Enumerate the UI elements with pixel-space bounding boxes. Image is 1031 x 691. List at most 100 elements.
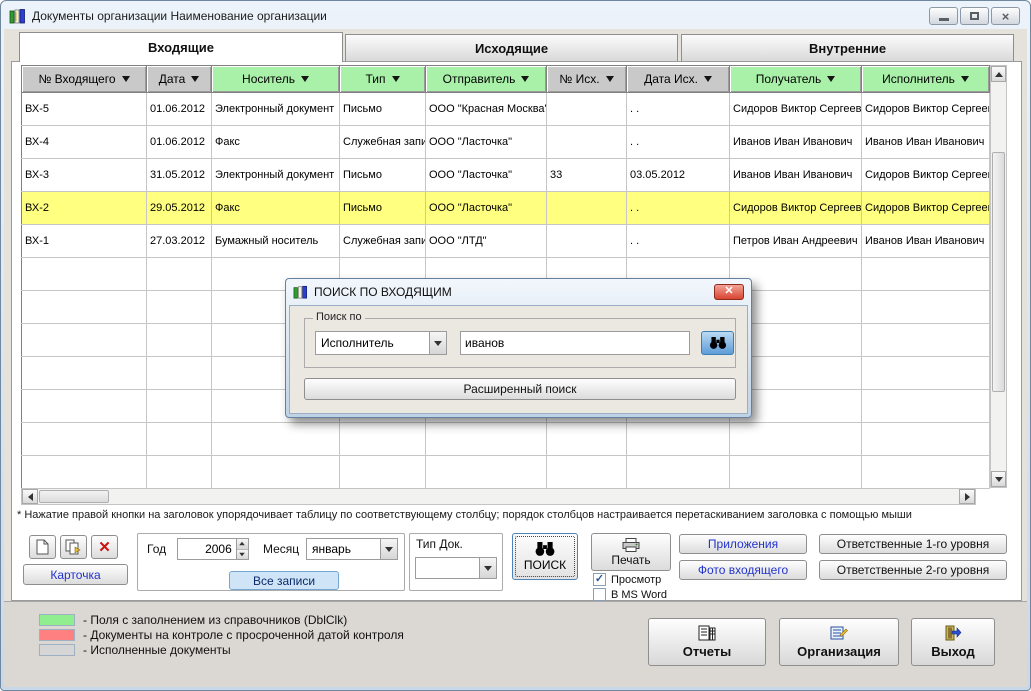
table-cell[interactable]: ВХ-3 [22,159,147,192]
delete-document-button[interactable]: ✕ [91,535,118,559]
table-cell[interactable]: . . [627,126,730,159]
month-dropdown[interactable]: январь [306,538,398,560]
all-records-button[interactable]: Все записи [229,571,339,590]
table-cell[interactable]: 27.03.2012 [147,225,212,258]
column-header-type[interactable]: Тип [340,66,426,93]
table-cell[interactable]: ООО "Ласточка" [426,159,547,192]
doc-type-dropdown[interactable] [415,557,497,579]
attachments-button[interactable]: Приложения [679,534,807,554]
table-cell[interactable]: Сидоров Виктор Сергеевич [730,93,862,126]
table-cell[interactable]: Иванов Иван Иванович [730,126,862,159]
table-cell[interactable]: 29.05.2012 [147,192,212,225]
table-cell[interactable]: Сидоров Виктор Сергеевич [862,159,990,192]
minimize-button[interactable] [929,7,958,25]
new-document-button[interactable] [29,535,56,559]
maximize-button[interactable] [960,7,989,25]
column-header-date[interactable]: Дата [147,66,212,93]
table-row[interactable]: ВХ-501.06.2012Электронный документПисьмо… [22,93,990,126]
advanced-search-button[interactable]: Расширенный поиск [304,378,736,400]
scroll-down-button[interactable] [991,471,1006,487]
tab-internal[interactable]: Внутренние [681,34,1014,62]
table-cell[interactable] [547,93,627,126]
close-button[interactable]: × [991,7,1020,25]
table-cell[interactable] [547,126,627,159]
table-cell[interactable]: 01.06.2012 [147,126,212,159]
organization-button[interactable]: Организация [779,618,899,666]
checkbox-unchecked-icon[interactable] [593,588,606,601]
incoming-photo-button[interactable]: Фото входящего [679,560,807,580]
responsible-level2-button[interactable]: Ответственные 2-го уровня [819,560,1007,580]
preview-checkbox[interactable]: ✓ Просмотр [593,573,661,586]
table-cell[interactable]: Электронный документ [212,159,340,192]
search-query-input[interactable] [461,336,689,350]
tab-incoming[interactable]: Входящие [19,32,343,62]
table-cell[interactable]: Сидоров Виктор Сергеевич [730,192,862,225]
spin-up-button[interactable] [237,539,248,550]
table-cell[interactable]: ВХ-5 [22,93,147,126]
checkbox-checked-icon[interactable]: ✓ [593,573,606,586]
dropdown-arrow-button[interactable] [479,558,496,578]
column-header-executor[interactable]: Исполнитель [862,66,990,93]
table-cell[interactable]: Сидоров Виктор Сергеевич [862,192,990,225]
scroll-right-button[interactable] [959,489,975,504]
table-row-selected[interactable]: ВХ-229.05.2012ФаксПисьмоООО "Ласточка" .… [22,192,990,225]
table-cell[interactable]: Письмо [340,93,426,126]
search-field-dropdown[interactable]: Исполнитель [315,331,447,355]
copy-document-button[interactable] [60,535,87,559]
column-header-recipient[interactable]: Получатель [730,66,862,93]
table-cell[interactable]: Факс [212,126,340,159]
search-button[interactable]: ПОИСК [512,533,578,580]
year-input[interactable] [178,542,236,556]
table-cell[interactable]: Письмо [340,192,426,225]
vertical-scrollbar[interactable] [990,65,1007,488]
year-spinner[interactable] [177,538,249,560]
tab-outgoing[interactable]: Исходящие [345,34,678,62]
table-cell[interactable] [547,192,627,225]
table-cell[interactable]: 33 [547,159,627,192]
table-cell[interactable]: 01.06.2012 [147,93,212,126]
column-header-incoming-number[interactable]: № Входящего [22,66,147,93]
spin-down-button[interactable] [237,550,248,560]
table-cell[interactable]: Служебная записка [340,126,426,159]
table-cell[interactable]: Служебная записка [340,225,426,258]
table-cell[interactable]: Иванов Иван Иванович [862,126,990,159]
table-cell[interactable]: . . [627,225,730,258]
run-search-button[interactable] [701,331,734,355]
table-cell[interactable]: Электронный документ [212,93,340,126]
table-cell[interactable]: . . [627,93,730,126]
table-cell[interactable]: Письмо [340,159,426,192]
table-cell[interactable]: . . [627,192,730,225]
column-header-carrier[interactable]: Носитель [212,66,340,93]
table-cell[interactable]: ВХ-4 [22,126,147,159]
print-button[interactable]: Печать [591,533,671,571]
table-cell[interactable]: ВХ-1 [22,225,147,258]
horizontal-scrollbar[interactable] [21,488,976,505]
scroll-up-button[interactable] [991,66,1006,82]
table-cell[interactable]: Иванов Иван Иванович [862,225,990,258]
horizontal-scroll-thumb[interactable] [39,490,109,503]
scroll-left-button[interactable] [22,489,38,504]
table-row[interactable]: ВХ-331.05.2012Электронный документПисьмо… [22,159,990,192]
table-cell[interactable]: Сидоров Виктор Сергеевич [862,93,990,126]
msword-checkbox[interactable]: В MS Word [593,588,667,601]
table-cell[interactable]: Факс [212,192,340,225]
responsible-level1-button[interactable]: Ответственные 1-го уровня [819,534,1007,554]
table-cell[interactable]: Бумажный носитель [212,225,340,258]
table-row[interactable]: ВХ-401.06.2012ФаксСлужебная запискаООО "… [22,126,990,159]
reports-button[interactable]: Отчеты [648,618,766,666]
column-header-out-number[interactable]: № Исх. [547,66,627,93]
dropdown-arrow-button[interactable] [380,539,397,559]
table-cell[interactable]: 03.05.2012 [627,159,730,192]
dialog-close-button[interactable]: ✕ [714,284,744,300]
table-cell[interactable] [547,225,627,258]
table-cell[interactable]: ООО "Красная Москва" [426,93,547,126]
column-header-sender[interactable]: Отправитель [426,66,547,93]
table-cell[interactable]: ООО "Ласточка" [426,192,547,225]
table-cell[interactable]: ООО "ЛТД" [426,225,547,258]
year-spin-buttons[interactable] [236,539,248,559]
table-cell[interactable]: Иванов Иван Иванович [730,159,862,192]
table-cell[interactable]: Петров Иван Андреевич [730,225,862,258]
exit-button[interactable]: Выход [911,618,995,666]
column-header-out-date[interactable]: Дата Исх. [627,66,730,93]
table-row[interactable]: ВХ-127.03.2012Бумажный носительСлужебная… [22,225,990,258]
